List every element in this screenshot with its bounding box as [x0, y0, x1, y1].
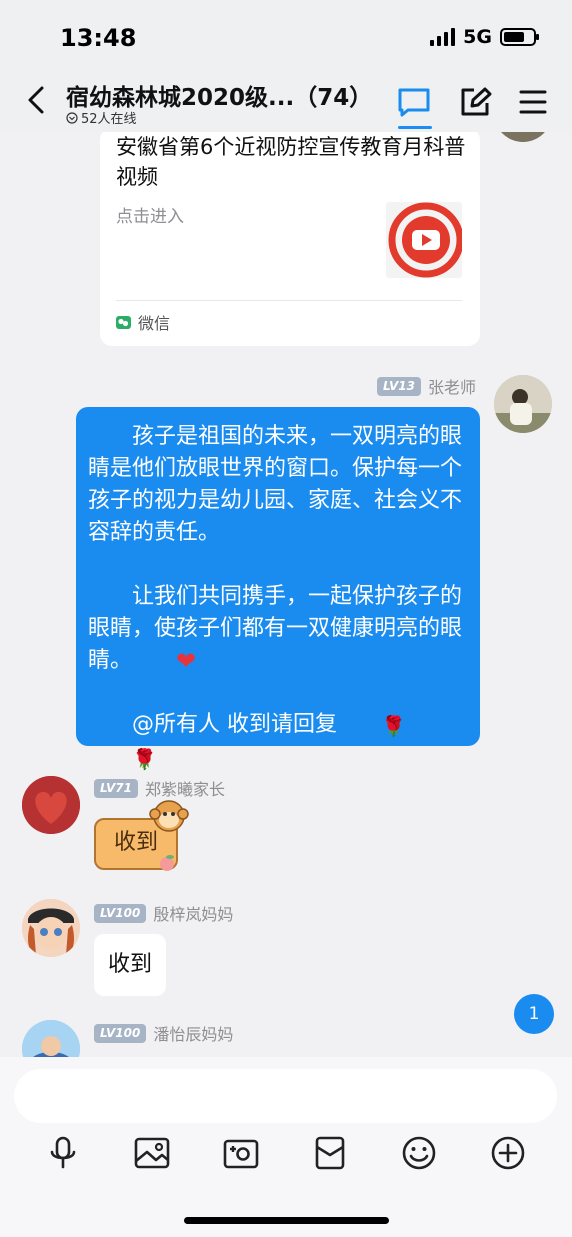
active-tab-indicator	[398, 126, 432, 129]
input-area	[0, 1057, 572, 1237]
avatar-image	[22, 1020, 80, 1057]
online-icon	[66, 111, 78, 124]
level-badge: LV71	[94, 778, 138, 798]
share-source-label: 微信	[138, 314, 171, 333]
chat-title[interactable]: 宿幼森林城2020级...（74）	[66, 78, 372, 112]
online-count[interactable]: 52人在线	[66, 108, 137, 127]
monkey-sticker-icon	[149, 800, 189, 832]
voice-icon[interactable]	[43, 1135, 83, 1171]
message-list[interactable]: 安徽省第6个近视防控宣传教育月科普视频 点击进入 微信 LV13 张老师 孩子是…	[0, 132, 572, 1057]
sender-name: 潘怡辰妈妈	[153, 1025, 234, 1044]
message-paragraph: 让我们共同携手，一起保护孩子的眼睛，使孩子们都有一双健康明亮的眼睛。 ❤	[88, 584, 463, 675]
back-icon[interactable]	[24, 84, 48, 116]
message-bubble[interactable]: 收到	[94, 934, 166, 996]
sender-name: 张老师	[427, 378, 476, 397]
share-subtitle: 点击进入	[116, 207, 184, 227]
divider	[116, 300, 462, 301]
status-bar: 13:48 5G	[0, 0, 572, 70]
share-card[interactable]: 安徽省第6个近视防控宣传教育月科普视频 点击进入 微信	[100, 132, 480, 346]
peach-icon	[160, 855, 174, 871]
network-type: 5G	[463, 26, 492, 48]
plus-icon[interactable]	[488, 1135, 528, 1171]
message-paragraph: 孩子是祖国的未来，一双明亮的眼睛是他们放眼世界的窗口。保护每一个孩子的视力是幼儿…	[88, 424, 463, 545]
share-title: 安徽省第6个近视防控宣传教育月科普视频	[116, 135, 466, 189]
battery-icon	[500, 28, 539, 46]
video-thumbnail	[386, 202, 462, 278]
chat-header: 宿幼森林城2020级...（74） 52人在线	[0, 70, 572, 132]
message-bubble[interactable]: 孩子是祖国的未来，一双明亮的眼睛是他们放眼世界的窗口。保护每一个孩子的视力是幼儿…	[76, 407, 480, 771]
level-badge: LV100	[94, 903, 147, 923]
home-indicator[interactable]	[184, 1217, 389, 1224]
image-icon[interactable]	[132, 1135, 172, 1171]
camera-icon[interactable]	[221, 1135, 261, 1171]
avatar-image	[22, 899, 80, 957]
message-meta: LV100 潘怡辰妈妈	[94, 1021, 233, 1045]
avatar-image	[494, 375, 552, 433]
chat-icon[interactable]	[396, 86, 432, 118]
heart-emoji: ❤	[176, 647, 197, 675]
message-meta: LV13 张老师	[377, 374, 476, 398]
red-packet-icon[interactable]	[310, 1135, 350, 1171]
avatar[interactable]	[494, 375, 552, 433]
avatar[interactable]	[494, 132, 552, 142]
share-source: 微信	[116, 310, 170, 334]
menu-icon[interactable]	[518, 88, 548, 116]
avatar[interactable]	[22, 776, 80, 834]
edit-icon[interactable]	[458, 86, 492, 118]
avatar[interactable]	[22, 899, 80, 957]
emoji-icon[interactable]	[399, 1135, 439, 1171]
avatar[interactable]	[22, 1020, 80, 1057]
unread-badge[interactable]: 1	[514, 994, 554, 1034]
rose-emoji: 🌹	[132, 747, 157, 771]
message-input[interactable]	[14, 1069, 557, 1123]
avatar-image	[22, 776, 80, 834]
rose-emoji: 🌹	[381, 714, 406, 738]
level-badge: LV100	[94, 1023, 147, 1043]
sender-name: 殷梓岚妈妈	[153, 905, 234, 924]
message-paragraph: @所有人 收到请回复 🌹🌹	[88, 709, 468, 775]
signal-icon	[430, 28, 456, 46]
status-indicators: 5G	[430, 26, 539, 48]
message-meta: LV100 殷梓岚妈妈	[94, 901, 233, 925]
level-badge: LV13	[377, 376, 421, 396]
online-label: 52人在线	[81, 112, 137, 127]
wechat-icon	[116, 315, 131, 329]
status-time: 13:48	[60, 24, 137, 52]
